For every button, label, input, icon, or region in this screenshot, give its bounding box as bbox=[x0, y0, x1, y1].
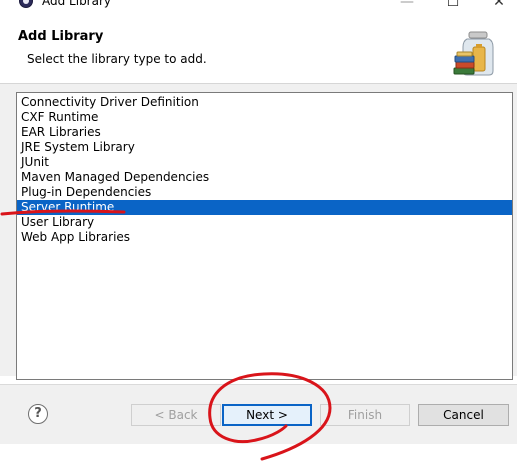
close-button[interactable]: ✕ bbox=[476, 0, 517, 12]
list-item[interactable]: EAR Libraries bbox=[17, 125, 512, 140]
header-title: Add Library bbox=[18, 29, 104, 44]
library-type-list[interactable]: Connectivity Driver Definition CXF Runtim… bbox=[16, 92, 513, 380]
finish-button[interactable]: Finish bbox=[320, 404, 410, 426]
list-item[interactable]: JRE System Library bbox=[17, 140, 512, 155]
button-bar: ? < Back Next > Finish Cancel bbox=[0, 384, 517, 445]
back-button[interactable]: < Back bbox=[131, 404, 221, 426]
cancel-button[interactable]: Cancel bbox=[418, 404, 509, 426]
list-item[interactable]: Maven Managed Dependencies bbox=[17, 170, 512, 185]
window-title: Add Library bbox=[42, 0, 112, 8]
dialog-content: Connectivity Driver Definition CXF Runtim… bbox=[0, 84, 517, 380]
minimize-button[interactable]: — bbox=[384, 0, 430, 12]
help-button[interactable]: ? bbox=[28, 404, 48, 424]
library-jars-icon bbox=[453, 31, 494, 76]
list-item[interactable]: Plug-in Dependencies bbox=[17, 185, 512, 200]
title-bar: Add Library — ☐ ✕ bbox=[0, 0, 517, 12]
list-item[interactable]: CXF Runtime bbox=[17, 110, 512, 125]
list-item[interactable]: User Library bbox=[17, 215, 512, 230]
list-item[interactable]: Connectivity Driver Definition bbox=[17, 95, 512, 110]
list-item[interactable]: JUnit bbox=[17, 155, 512, 170]
eclipse-app-icon bbox=[19, 0, 33, 8]
header-description: Select the library type to add. bbox=[27, 52, 207, 66]
list-item[interactable]: Server Runtime bbox=[17, 200, 512, 215]
dialog-header: Add Library Select the library type to a… bbox=[0, 18, 517, 83]
next-button[interactable]: Next > bbox=[222, 404, 312, 426]
maximize-button[interactable]: ☐ bbox=[430, 0, 476, 12]
list-item[interactable]: Web App Libraries bbox=[17, 230, 512, 245]
dialog-bottom-margin bbox=[0, 444, 517, 462]
